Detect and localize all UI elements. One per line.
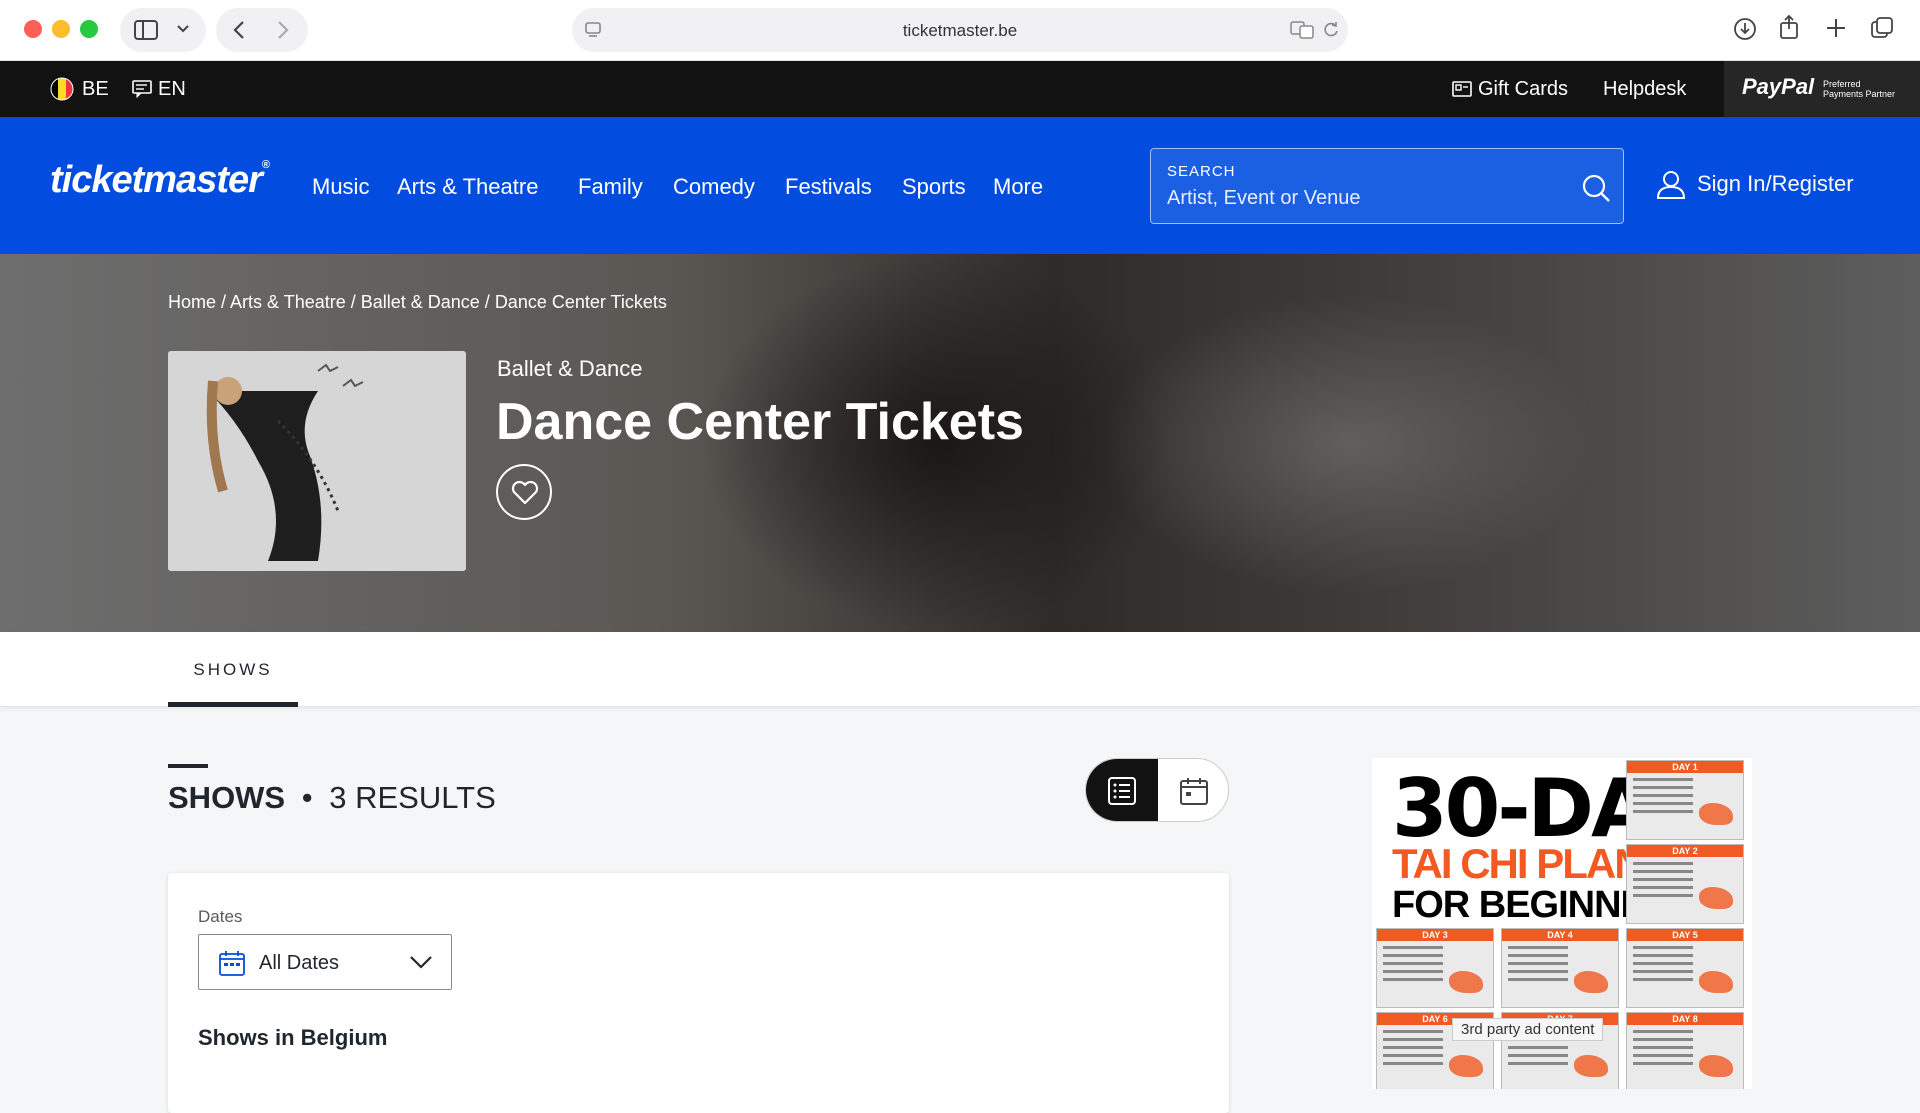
share-icon[interactable] <box>1778 14 1800 40</box>
calendar-icon <box>219 951 245 976</box>
favorite-button[interactable] <box>496 464 552 520</box>
site-header: ticketmaster® Music Arts & Theatre Famil… <box>0 117 1920 254</box>
third-party-ad-badge: 3rd party ad content <box>1452 1018 1604 1041</box>
nav-more[interactable]: More <box>993 174 1043 200</box>
downloads-icon[interactable] <box>1733 17 1757 41</box>
ad-day-card: DAY 8 <box>1626 1012 1744 1089</box>
forward-icon[interactable] <box>276 20 290 40</box>
address-bar[interactable]: ticketmaster.be <box>572 8 1348 52</box>
nav-music[interactable]: Music <box>312 174 369 200</box>
heart-icon <box>511 481 539 505</box>
list-view-button[interactable] <box>1086 759 1158 821</box>
chevron-down-icon <box>410 956 432 969</box>
chevron-down-icon <box>177 25 189 33</box>
breadcrumb[interactable]: Home / Arts & Theatre / Ballet & Dance /… <box>168 292 667 313</box>
advertisement[interactable]: 30-DAY TAI CHI PLAN FOR BEGINNERS ▷⋮ DAY… <box>1372 758 1752 1089</box>
list-icon <box>1108 777 1136 805</box>
paypal-subtitle: Preferred Payments Partner <box>1823 79 1896 99</box>
ad-subheadline: TAI CHI PLAN <box>1392 840 1645 887</box>
shows-in-country: Shows in Belgium <box>198 1025 388 1050</box>
event-tabs: SHOWS <box>0 632 1920 707</box>
close-window-button[interactable] <box>24 20 42 38</box>
gift-card-icon <box>1452 81 1472 97</box>
language-icon <box>132 80 152 98</box>
url-text: ticketmaster.be <box>902 21 1018 40</box>
minimize-window-button[interactable] <box>52 20 70 38</box>
ad-day-card: DAY 4 <box>1501 928 1619 1008</box>
paypal-logo: PayPal <box>1742 74 1815 99</box>
shows-filter-card: Dates All Dates Shows in Belgium <box>168 873 1229 1113</box>
ad-day-card: DAY 5 <box>1626 928 1744 1008</box>
results-count: 3 RESULTS <box>329 780 496 815</box>
results-heading: SHOWS • 3 RESULTS <box>168 780 496 815</box>
paypal-partner-badge[interactable]: PayPal Preferred Payments Partner <box>1724 61 1920 117</box>
sidebar-icon <box>134 20 158 40</box>
user-icon <box>1656 171 1686 199</box>
nav-arts-theatre[interactable]: Arts & Theatre <box>397 174 538 200</box>
utility-bar: BE EN Gift Cards Helpdesk PayPal Preferr… <box>0 61 1920 117</box>
section-divider <box>168 764 208 768</box>
ticketmaster-logo[interactable]: ticketmaster® <box>50 159 270 202</box>
gift-cards-link[interactable]: Gift Cards <box>1478 78 1568 101</box>
search-box[interactable]: SEARCH <box>1150 148 1624 224</box>
zoom-window-button[interactable] <box>80 20 98 38</box>
search-icon[interactable] <box>1581 173 1611 203</box>
dates-label: Dates <box>198 907 243 926</box>
ad-day-card: DAY 2 <box>1626 844 1744 924</box>
tab-shows-label: SHOWS <box>193 660 273 679</box>
country-selector[interactable]: BE <box>82 78 109 101</box>
history-nav <box>216 8 308 52</box>
ad-day-card: DAY 1 <box>1626 760 1744 840</box>
nav-family[interactable]: Family <box>578 174 643 200</box>
tab-overview-icon[interactable] <box>1870 16 1894 40</box>
nav-comedy[interactable]: Comedy <box>673 174 755 200</box>
event-category[interactable]: Ballet & Dance <box>497 356 643 382</box>
sidebar-toggle-button[interactable] <box>120 8 206 52</box>
search-label: SEARCH <box>1167 163 1236 180</box>
sign-in-link[interactable]: Sign In/Register <box>1697 171 1854 197</box>
calendar-icon <box>1180 778 1208 805</box>
ad-day-card: DAY 3 <box>1376 928 1494 1008</box>
dates-dropdown[interactable]: All Dates <box>198 934 452 990</box>
translate-icon[interactable] <box>1290 21 1314 39</box>
dates-value: All Dates <box>259 952 340 974</box>
nav-festivals[interactable]: Festivals <box>785 174 872 200</box>
event-hero: Home / Arts & Theatre / Ballet & Dance /… <box>0 254 1920 632</box>
nav-sports[interactable]: Sports <box>902 174 966 200</box>
new-tab-icon[interactable] <box>1825 17 1847 39</box>
search-input[interactable] <box>1167 187 1567 210</box>
helpdesk-link[interactable]: Helpdesk <box>1603 78 1686 101</box>
reload-icon[interactable] <box>1322 21 1340 39</box>
belgium-flag-icon <box>50 77 74 101</box>
language-selector[interactable]: EN <box>158 78 186 101</box>
back-icon[interactable] <box>232 20 246 40</box>
tab-shows[interactable]: SHOWS <box>168 632 298 707</box>
view-toggle <box>1085 758 1229 822</box>
calendar-view-button[interactable] <box>1158 759 1228 821</box>
event-title: Dance Center Tickets <box>496 393 1024 451</box>
event-image <box>168 351 466 571</box>
browser-toolbar: ticketmaster.be <box>0 0 1920 61</box>
